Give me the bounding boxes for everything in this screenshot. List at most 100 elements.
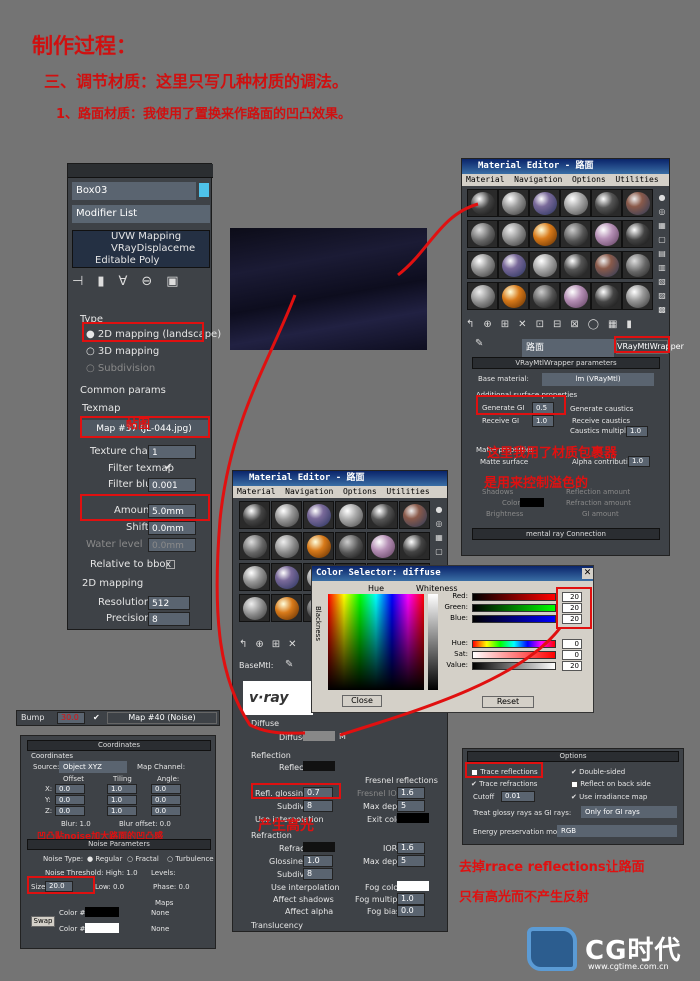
offset-x-spinner[interactable]: 0.0 [55,784,85,794]
gloss-spinner[interactable]: 1.0 [303,855,333,867]
material-sample-slot[interactable] [467,220,498,248]
resolution-spinner[interactable]: 512 [148,596,190,610]
color-channel-spinner[interactable]: 20 [562,661,582,671]
energy-dropdown[interactable]: RGB [557,825,677,837]
video-check-icon[interactable]: ▤ [656,247,668,261]
source-dropdown[interactable]: Object XYZ [59,761,127,773]
coordinates-rollout[interactable]: Coordinates [27,740,211,751]
show-end-icon[interactable]: ▮ [626,319,641,330]
type-option-3d[interactable]: ○ 3D mapping [86,346,159,357]
menu-utilities[interactable]: Utilities [615,175,658,184]
material-sample-slot[interactable] [622,220,653,248]
assign-icon[interactable]: ⊞ [501,319,518,330]
material-sample-slot[interactable] [271,563,302,591]
color-channel-slider[interactable] [472,604,556,612]
hue-gradient[interactable] [328,594,424,690]
tiling-z-spinner[interactable]: 1.0 [107,806,137,816]
reset-map-icon[interactable]: ✕ [288,639,304,650]
shadow-color-swatch[interactable] [520,498,544,507]
color-channel-slider[interactable] [472,640,556,648]
material-sample-slot[interactable] [591,189,622,217]
make-unique-icon[interactable]: ∀ [118,274,141,289]
fog-bias-spinner[interactable]: 0.0 [397,905,425,917]
type-option-subdivision[interactable]: ○ Subdivision [86,363,155,374]
offset-y-spinner[interactable]: 0.0 [55,795,85,805]
material-sample-slot[interactable] [591,251,622,279]
refract-color-swatch[interactable] [303,842,335,852]
material-sample-slot[interactable] [498,189,529,217]
backlight-icon[interactable]: ◎ [433,517,445,531]
material-sample-slot[interactable] [335,532,366,560]
material-sample-slot[interactable] [335,501,366,529]
reset-button[interactable]: Reset [482,696,534,708]
menu-navigation[interactable]: Navigation [514,175,562,184]
configure-sets-icon[interactable]: ▣ [166,274,192,289]
color-channel-spinner[interactable]: 0 [562,639,582,649]
material-sample-slot[interactable] [271,532,302,560]
backlight-icon[interactable]: ◎ [656,205,668,219]
material-sample-slot[interactable] [271,501,302,529]
material-sample-slot[interactable] [239,501,270,529]
ior-spinner[interactable]: 1.6 [397,842,425,854]
subdivs2-spinner[interactable]: 8 [303,868,333,880]
material-sample-slot[interactable] [622,251,653,279]
put-to-scene-icon[interactable]: ⊕ [255,639,271,650]
wrapper-params-rollout[interactable]: VRayMtlWrapper parameters [472,357,660,369]
angle-x-spinner[interactable]: 0.0 [151,784,181,794]
color-channel-slider[interactable] [472,593,556,601]
material-sample-slot[interactable] [239,594,270,622]
fog-mult-spinner[interactable]: 1.0 [397,893,425,905]
material-sample-slot[interactable] [622,282,653,310]
fresnel-ior-spinner[interactable]: 1.6 [397,787,425,799]
material-sample-slot[interactable] [467,251,498,279]
color2-map-button[interactable]: None [151,925,169,933]
exit-color-swatch[interactable] [397,813,429,823]
reflect-back-option[interactable]: Reflect on back side [571,780,651,788]
mental-ray-rollout[interactable]: mental ray Connection [472,528,660,540]
make-preview-icon[interactable]: ▥ [656,261,668,275]
menu-options[interactable]: Options [572,175,606,184]
tiling-x-spinner[interactable]: 1.0 [107,784,137,794]
close-window-icon[interactable]: ✕ [582,568,593,579]
material-sample-slot[interactable] [591,282,622,310]
top-mat-name[interactable]: 路面 [522,339,614,357]
color-channel-spinner[interactable]: 0 [562,650,582,660]
shift-spinner[interactable]: 0.0mm [148,521,196,535]
background-icon[interactable]: ▦ [656,219,668,233]
mat-id-icon[interactable]: ◯ [588,319,608,330]
menu-material[interactable]: Material [237,487,276,496]
fog-color-swatch[interactable] [397,881,429,891]
color1-map-button[interactable]: None [151,909,169,917]
double-sided-option[interactable]: ✔ Double-sided [571,768,625,776]
filter-blur-spinner[interactable]: 0.001 [148,478,196,492]
max-depth-spinner[interactable]: 5 [397,800,425,812]
options-icon[interactable]: ▧ [656,275,668,289]
subdivs-spinner[interactable]: 8 [303,800,333,812]
noise-turbulence-option[interactable]: ○ Turbulence [167,855,214,863]
material-sample-slot[interactable] [367,532,398,560]
uv-tiling-icon[interactable]: ▢ [433,545,445,559]
color2-swatch[interactable] [85,923,119,933]
options-rollout[interactable]: Options [467,751,679,762]
material-sample-slot[interactable] [399,532,430,560]
modifier-list-dropdown[interactable]: Modifier List [72,205,210,223]
sample-type-icon[interactable]: ● [433,503,445,517]
precision-spinner[interactable]: 8 [148,612,190,626]
pin-stack-icon[interactable]: ⊣ [72,274,97,289]
material-sample-slot[interactable] [498,251,529,279]
caustics-multiplier-spinner[interactable]: 1.0 [626,426,648,437]
noise-fractal-option[interactable]: ○ Fractal [127,855,159,863]
material-sample-slot[interactable] [271,594,302,622]
stack-item-uvw[interactable]: UVW Mapping [73,231,209,243]
whiteness-bar[interactable] [428,594,438,690]
diffuse-map-button[interactable]: M [339,732,346,741]
show-end-result-icon[interactable]: ▮ [97,274,118,289]
menu-material[interactable]: Material [466,175,505,184]
show-map-icon[interactable]: ▦ [608,319,626,330]
panel-tabs[interactable] [68,164,213,178]
color-channel-slider[interactable] [472,651,556,659]
color1-swatch[interactable] [85,907,119,917]
object-color-swatch[interactable] [199,183,209,197]
material-sample-slot[interactable] [498,282,529,310]
relative-bbox-checkbox[interactable] [166,560,175,569]
